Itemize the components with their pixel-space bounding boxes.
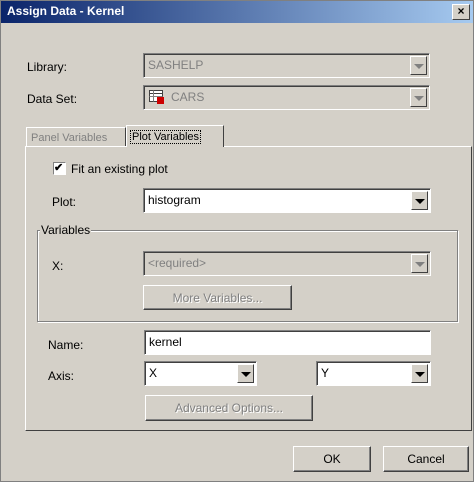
advanced-options-button: Advanced Options... [145,395,313,421]
tab-panel-variables-label: Panel Variables [31,132,108,144]
axis-x-dropdown-button[interactable] [237,364,254,383]
more-variables-button: More Variables... [143,285,292,310]
dataset-table-icon [149,90,164,104]
chevron-down-icon [414,96,424,101]
close-button[interactable]: × [452,4,470,20]
x-variable-dropdown-button [411,254,428,273]
chevron-down-icon [414,64,424,69]
variables-group: Variables X: <required> More Variables..… [37,223,458,322]
fit-existing-plot-label: Fit an existing plot [71,162,168,176]
dataset-dropdown-button [410,88,427,107]
axis-label: Axis: [48,369,75,383]
dataset-value: CARS [171,90,205,104]
library-label: Library: [27,60,68,74]
plot-select[interactable]: histogram [143,188,431,213]
library-select: SASHELP [143,53,430,78]
cancel-button[interactable]: Cancel [383,446,469,472]
dataset-select: CARS [143,85,430,110]
ok-label: OK [323,452,341,466]
library-value: SASHELP [148,58,204,72]
advanced-options-label: Advanced Options... [174,401,284,415]
fit-existing-plot-checkbox[interactable]: ✔ [53,162,66,175]
name-value: kernel [149,335,182,349]
ok-button[interactable]: OK [293,446,371,472]
axis-x-select[interactable]: X [144,361,257,386]
more-variables-label: More Variables... [172,291,263,305]
close-icon: × [457,4,465,18]
chevron-down-icon [415,199,425,204]
title-bar[interactable]: Assign Data - Kernel × [1,1,473,23]
x-variable-label: X: [52,259,64,273]
variables-legend: Variables [40,223,92,237]
name-label: Name: [48,338,84,352]
plot-label: Plot: [52,195,77,209]
chevron-down-icon [415,262,425,267]
check-icon: ✔ [54,162,64,174]
tab-panel: ✔ Fit an existing plot Plot: histogram V… [25,146,472,431]
dataset-label: Data Set: [27,92,78,106]
dialog-window: Assign Data - Kernel × Library: SASHELP … [0,0,474,482]
chevron-down-icon [415,372,425,377]
x-variable-value: <required> [148,256,207,270]
tab-panel-variables[interactable]: Panel Variables [26,127,126,147]
tab-plot-variables-label: Plot Variables [129,130,202,144]
axis-y-select[interactable]: Y [316,361,431,386]
chevron-down-icon [241,372,251,377]
library-dropdown-button [410,56,427,75]
plot-dropdown-button[interactable] [411,191,428,210]
axis-y-dropdown-button[interactable] [411,364,428,383]
tab-plot-variables[interactable]: Plot Variables [126,125,224,147]
name-input[interactable]: kernel [144,330,431,355]
window-title: Assign Data - Kernel [7,4,125,18]
x-variable-select: <required> [143,251,431,276]
plot-value: histogram [148,193,201,207]
axis-y-value: Y [321,366,330,380]
cancel-label: Cancel [407,452,445,466]
axis-x-value: X [149,366,158,380]
